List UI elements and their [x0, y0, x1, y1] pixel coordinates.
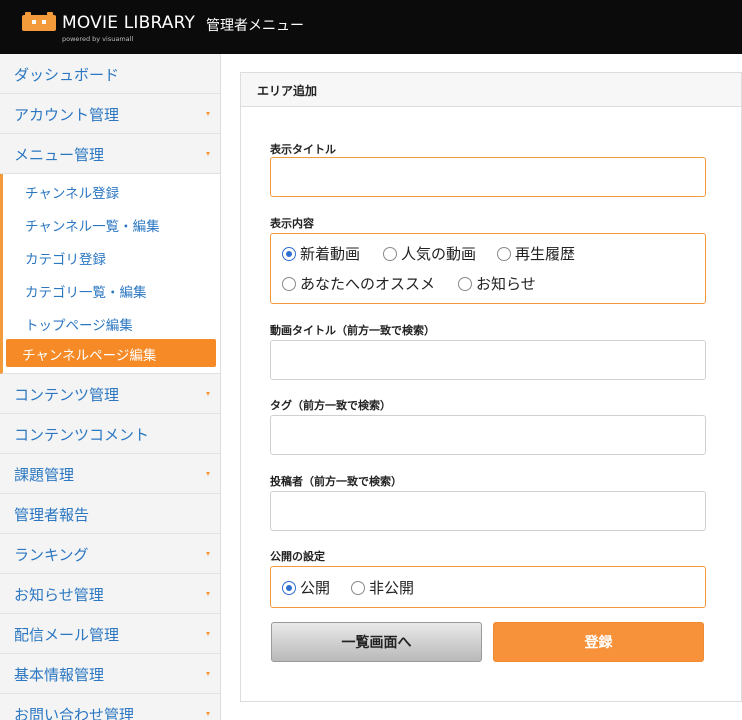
display-content-radio-group: 新着動画 人気の動画 再生履歴 あなたへのオススメ お知らせ	[270, 233, 706, 304]
sidebar-item-label: お知らせ管理	[14, 586, 104, 604]
radio-unchecked-icon	[458, 276, 472, 291]
submenu-item-label: カテゴリ一覧・編集	[25, 285, 147, 301]
sidebar-item-admin-reports[interactable]: 管理者報告	[0, 494, 220, 534]
submenu-item-channel-list[interactable]: チャンネル一覧・編集	[3, 207, 220, 240]
sidebar-item-menu[interactable]: メニュー管理	[0, 134, 220, 174]
tag-input[interactable]	[270, 415, 706, 455]
radio-unchecked-icon	[497, 246, 511, 261]
sidebar-item-dashboard[interactable]: ダッシュボード	[0, 54, 220, 94]
chevron-down-icon	[206, 472, 210, 476]
chevron-down-icon	[206, 712, 210, 716]
chevron-down-icon	[206, 152, 210, 156]
sidebar-item-account[interactable]: アカウント管理	[0, 94, 220, 134]
radio-checked-icon	[282, 246, 296, 261]
display-title-label: 表示タイトル	[270, 143, 336, 156]
radio-option-private[interactable]: 非公開	[351, 577, 414, 598]
sidebar-item-ranking[interactable]: ランキング	[0, 534, 220, 574]
chevron-down-icon	[206, 112, 210, 116]
video-title-input[interactable]	[270, 340, 706, 380]
sidebar-item-label: ダッシュボード	[14, 66, 120, 84]
sidebar-item-label: コンテンツ管理	[14, 386, 120, 404]
radio-option-public[interactable]: 公開	[282, 577, 330, 598]
radio-unchecked-icon	[351, 580, 365, 595]
chevron-down-icon	[206, 592, 210, 596]
visibility-label: 公開の設定	[270, 550, 325, 563]
radio-label: お知らせ	[476, 275, 536, 293]
sidebar-item-mail[interactable]: 配信メール管理	[0, 614, 220, 654]
sidebar-item-label: 管理者報告	[14, 506, 90, 524]
poster-label: 投稿者（前方一致で検索）	[270, 475, 402, 488]
radio-label: あなたへのオススメ	[300, 275, 436, 293]
submenu-item-label: チャンネルページ編集	[22, 348, 157, 364]
radio-option-popular-videos[interactable]: 人気の動画	[383, 243, 476, 264]
poster-input[interactable]	[270, 491, 706, 531]
sidebar-item-label: 課題管理	[14, 466, 75, 484]
radio-option-recommended[interactable]: あなたへのオススメ	[282, 273, 435, 294]
submenu-item-label: チャンネル一覧・編集	[25, 219, 160, 235]
radio-unchecked-icon	[282, 276, 296, 291]
submenu-item-top-page[interactable]: トップページ編集	[3, 306, 220, 339]
back-to-list-button[interactable]: 一覧画面へ	[271, 622, 482, 662]
visibility-radio-group: 公開 非公開	[270, 566, 706, 608]
submenu-item-label: チャンネル登録	[25, 186, 120, 202]
sidebar-item-inquiries[interactable]: お問い合わせ管理	[0, 694, 220, 720]
radio-unchecked-icon	[383, 246, 397, 261]
top-bar: MOVIE LIBRARY powered by visuamall 管理者メニ…	[0, 0, 742, 54]
sidebar-item-content-comments[interactable]: コンテンツコメント	[0, 414, 220, 454]
chevron-down-icon	[206, 672, 210, 676]
display-content-label: 表示内容	[270, 217, 314, 230]
submenu-item-channel-page[interactable]: チャンネルページ編集	[6, 339, 216, 367]
video-title-label: 動画タイトル（前方一致で検索）	[270, 324, 435, 337]
admin-menu-title: 管理者メニュー	[206, 18, 304, 34]
panel-header: エリア追加	[241, 73, 741, 107]
sidebar-item-basic-info[interactable]: 基本情報管理	[0, 654, 220, 694]
submenu-item-category-list[interactable]: カテゴリ一覧・編集	[3, 273, 220, 306]
submenu-item-channel-register[interactable]: チャンネル登録	[3, 174, 220, 207]
logo-subtitle: powered by visuamall	[62, 35, 134, 43]
sidebar-item-label: ランキング	[14, 546, 89, 564]
radio-label: 新着動画	[300, 245, 361, 263]
radio-option-new-videos[interactable]: 新着動画	[282, 243, 360, 264]
sidebar-item-contents[interactable]: コンテンツ管理	[0, 374, 220, 414]
sidebar-item-label: お問い合わせ管理	[14, 706, 135, 720]
sidebar-item-label: 基本情報管理	[14, 666, 105, 684]
submenu-menu: チャンネル登録 チャンネル一覧・編集 カテゴリ登録 カテゴリ一覧・編集 トップペ…	[0, 174, 220, 374]
radio-label: 非公開	[369, 579, 415, 597]
chevron-down-icon	[206, 552, 210, 556]
sidebar-item-label: 配信メール管理	[14, 626, 120, 644]
submenu-item-label: トップページ編集	[25, 318, 133, 334]
sidebar-item-label: アカウント管理	[14, 106, 120, 124]
sidebar-item-label: コンテンツコメント	[14, 426, 150, 444]
radio-checked-icon	[282, 580, 296, 595]
radio-label: 公開	[300, 579, 331, 597]
sidebar: ダッシュボード アカウント管理 メニュー管理 チャンネル登録 チャンネル一覧・編…	[0, 54, 221, 720]
radio-option-history[interactable]: 再生履歴	[497, 243, 575, 264]
chevron-down-icon	[206, 632, 210, 636]
sidebar-item-label: メニュー管理	[14, 146, 105, 164]
chevron-down-icon	[206, 392, 210, 396]
radio-option-notices[interactable]: お知らせ	[458, 273, 536, 294]
area-add-panel: エリア追加 表示タイトル 表示内容 新着動画 人気の動画 再生履歴 あなたへのオ…	[240, 72, 742, 702]
submenu-item-label: カテゴリ登録	[25, 252, 106, 268]
radio-label: 再生履歴	[515, 245, 576, 263]
display-title-input[interactable]	[270, 157, 706, 197]
sidebar-item-notices[interactable]: お知らせ管理	[0, 574, 220, 614]
panel-title: エリア追加	[257, 84, 318, 98]
logo-title: MOVIE LIBRARY	[62, 13, 196, 33]
radio-label: 人気の動画	[401, 245, 477, 263]
register-button[interactable]: 登録	[493, 622, 704, 662]
logo-icon	[22, 12, 56, 31]
tag-label: タグ（前方一致で検索）	[270, 399, 391, 412]
sidebar-item-tasks[interactable]: 課題管理	[0, 454, 220, 494]
submenu-item-category-register[interactable]: カテゴリ登録	[3, 240, 220, 273]
